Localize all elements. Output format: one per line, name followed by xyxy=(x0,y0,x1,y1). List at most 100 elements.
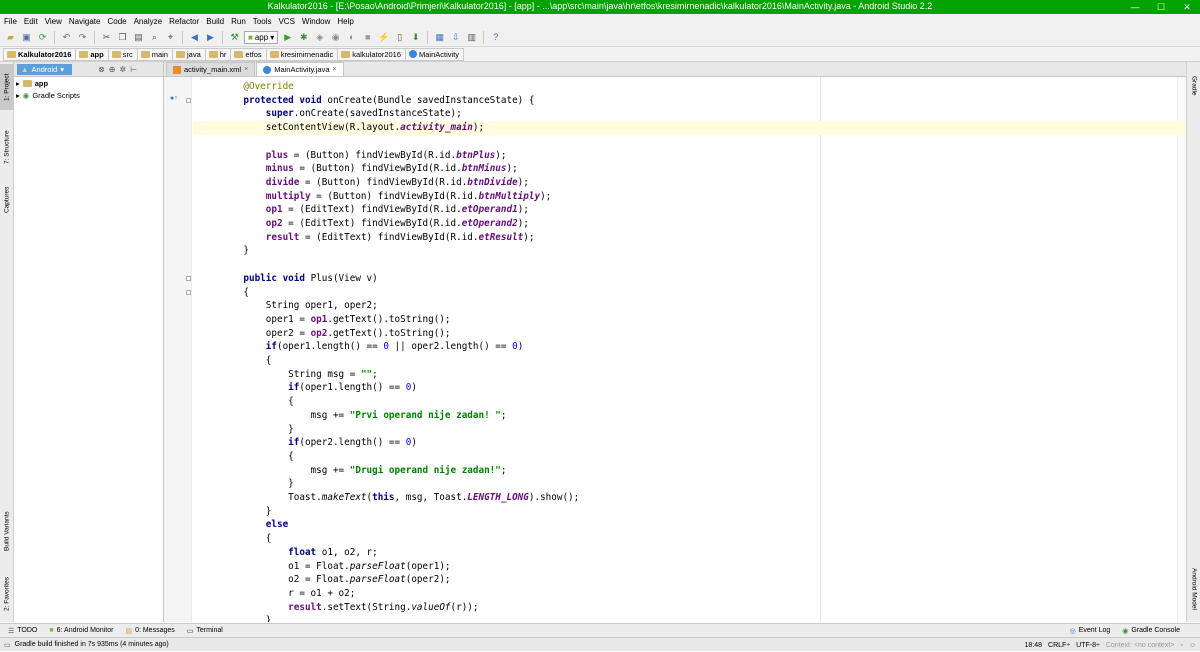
code-line[interactable]: } xyxy=(221,244,249,258)
sdk-manager-icon[interactable]: ⬇ xyxy=(409,31,422,44)
breadcrumb-item-hr[interactable]: hr xyxy=(204,47,231,61)
collapse-all-icon[interactable]: ⊕ xyxy=(109,65,116,74)
copy-icon[interactable]: ❐ xyxy=(116,31,129,44)
tab-gradle-console-tool[interactable]: ◉ Gradle Console xyxy=(1122,627,1180,635)
code-line[interactable]: { xyxy=(221,286,249,300)
tab-build-variants-tool[interactable]: Build Variants xyxy=(0,502,14,560)
sync-gradle-icon[interactable]: ⇩ xyxy=(449,31,462,44)
close-icon[interactable]: × xyxy=(244,66,248,73)
override-marker-icon[interactable]: ●↑ xyxy=(170,95,178,102)
menu-view[interactable]: View xyxy=(45,17,62,26)
line-separator[interactable]: CRLF÷ xyxy=(1048,642,1070,649)
make-project-icon[interactable]: ⚒ xyxy=(228,31,241,44)
breadcrumb-item-etfos[interactable]: etfos xyxy=(230,47,266,61)
tree-item-app[interactable]: ▸ app xyxy=(14,77,163,89)
gear-icon[interactable]: ✲ xyxy=(119,65,126,74)
replace-icon[interactable]: ⌖ xyxy=(164,31,177,44)
fold-marker-icon[interactable] xyxy=(186,289,191,295)
code-line[interactable]: } xyxy=(221,477,294,491)
instant-run-icon[interactable]: ⚡ xyxy=(377,31,390,44)
code-line[interactable]: op2 = (EditText) findViewById(R.id.etOpe… xyxy=(221,217,529,231)
run-icon[interactable]: ▶ xyxy=(281,31,294,44)
paste-icon[interactable]: ▤ xyxy=(132,31,145,44)
inspector-icon[interactable]: ☺ xyxy=(1189,642,1196,649)
device-monitor-icon[interactable]: ▥ xyxy=(465,31,478,44)
status-message[interactable]: Gradle build finished in 7s 935ms (4 min… xyxy=(15,641,169,648)
minimize-button[interactable]: — xyxy=(1122,0,1148,14)
tree-item-gradle-scripts[interactable]: ▸ ◉ Gradle Scripts xyxy=(14,89,163,101)
code-line[interactable]: oper2 = op2.getText().toString(); xyxy=(221,327,451,341)
code-line[interactable]: result.setText(String.valueOf(r)); xyxy=(221,601,478,615)
code-line[interactable]: { xyxy=(221,395,294,409)
breadcrumb-item-kalkulator2016[interactable]: kalkulator2016 xyxy=(337,47,406,61)
project-structure-icon[interactable]: ▦ xyxy=(433,31,446,44)
code-line[interactable]: } xyxy=(221,423,294,437)
code-line[interactable]: } xyxy=(221,505,272,519)
menu-refactor[interactable]: Refactor xyxy=(169,17,199,26)
code-line[interactable]: { xyxy=(221,354,272,368)
tab-android-model-tool[interactable]: Android Model xyxy=(1187,558,1200,620)
menu-file[interactable]: File xyxy=(4,17,17,26)
project-view-select[interactable]: ▲ Android ▾ xyxy=(17,63,73,75)
profile-icon[interactable]: ◐ xyxy=(345,31,358,44)
breadcrumb-item-java[interactable]: java xyxy=(171,47,205,61)
debug-icon[interactable]: ✱ xyxy=(297,31,310,44)
maximize-button[interactable]: ☐ xyxy=(1148,0,1174,14)
code-line[interactable]: oper1 = op1.getText().toString(); xyxy=(221,313,451,327)
menu-vcs[interactable]: VCS xyxy=(278,17,294,26)
help-icon[interactable]: ? xyxy=(489,31,502,44)
close-button[interactable]: ✕ xyxy=(1174,0,1200,14)
breadcrumb-item-src[interactable]: src xyxy=(107,47,137,61)
tab-android-monitor-tool[interactable]: ■ 6: Android Monitor xyxy=(49,627,113,634)
code-editor[interactable]: @Override protected void onCreate(Bundle… xyxy=(164,77,1186,622)
code-line[interactable]: public void Plus(View v) xyxy=(221,272,377,286)
hide-panel-icon[interactable]: ⊢ xyxy=(130,65,137,74)
tab-project-tool[interactable]: 1: Project xyxy=(0,64,14,110)
code-line[interactable]: msg += "Prvi operand nije zadan! "; xyxy=(221,409,507,423)
sync-icon[interactable]: ⟳ xyxy=(36,31,49,44)
code-line[interactable]: multiply = (Button) findViewById(R.id.bt… xyxy=(221,190,551,204)
code-line[interactable]: Toast.makeText(this, msg, Toast.LENGTH_L… xyxy=(221,491,579,505)
menu-navigate[interactable]: Navigate xyxy=(69,17,101,26)
menu-tools[interactable]: Tools xyxy=(253,17,272,26)
menu-help[interactable]: Help xyxy=(337,17,353,26)
code-line[interactable]: String msg = ""; xyxy=(221,368,378,382)
code-line[interactable]: { xyxy=(221,450,294,464)
lock-icon[interactable]: ▫ xyxy=(1180,642,1182,649)
breadcrumb-item-mainactivity[interactable]: MainActivity xyxy=(405,47,465,61)
code-line[interactable]: if(oper1.length() == 0) xyxy=(221,381,417,395)
menu-run[interactable]: Run xyxy=(231,17,246,26)
run-config-select[interactable]: ■ app ▾ xyxy=(244,30,279,44)
menu-build[interactable]: Build xyxy=(206,17,224,26)
code-line[interactable]: } xyxy=(221,614,272,622)
menu-code[interactable]: Code xyxy=(107,17,126,26)
code-line[interactable]: setContentView(R.layout.activity_main); xyxy=(221,121,484,135)
code-line[interactable]: msg += "Drugi operand nije zadan!"; xyxy=(221,464,507,478)
attach-debugger-icon[interactable]: ◈ xyxy=(313,31,326,44)
tab-todo-tool[interactable]: ☰ TODO xyxy=(8,627,37,635)
file-encoding[interactable]: UTF-8÷ xyxy=(1076,642,1100,649)
code-line[interactable]: super.onCreate(savedInstanceState); xyxy=(221,107,462,121)
breadcrumb-item-kresimirnenadic[interactable]: kresimirnenadic xyxy=(265,47,338,61)
code-line[interactable]: r = o1 + o2; xyxy=(221,587,355,601)
code-line[interactable]: divide = (Button) findViewById(R.id.btnD… xyxy=(221,176,529,190)
stop-icon[interactable]: ■ xyxy=(361,31,374,44)
fold-marker-icon[interactable] xyxy=(186,275,191,281)
tab-favorites-tool[interactable]: 2: Favorites xyxy=(0,570,14,618)
menu-edit[interactable]: Edit xyxy=(24,17,38,26)
code-line[interactable]: o2 = Float.parseFloat(oper2); xyxy=(221,573,450,587)
tab-gradle-tool[interactable]: Gradle xyxy=(1187,66,1200,106)
caret-position[interactable]: 18:48 xyxy=(1025,642,1043,649)
menu-analyze[interactable]: Analyze xyxy=(134,17,162,26)
code-line[interactable]: if(oper1.length() == 0 || oper2.length()… xyxy=(221,340,524,354)
code-line[interactable]: float o1, o2, r; xyxy=(221,546,378,560)
back-icon[interactable]: ◀ xyxy=(188,31,201,44)
tab-terminal-tool[interactable]: ▭ Terminal xyxy=(187,627,223,635)
find-icon[interactable]: ⌕ xyxy=(148,31,161,44)
tab-messages-tool[interactable]: ▤ 0: Messages xyxy=(125,627,174,635)
code-line[interactable]: result = (EditText) findViewById(R.id.et… xyxy=(221,231,535,245)
breadcrumb-item-main[interactable]: main xyxy=(136,47,172,61)
code-line[interactable]: { xyxy=(221,532,272,546)
code-line[interactable]: if(oper2.length() == 0) xyxy=(221,436,417,450)
save-all-icon[interactable]: ▣ xyxy=(20,31,33,44)
